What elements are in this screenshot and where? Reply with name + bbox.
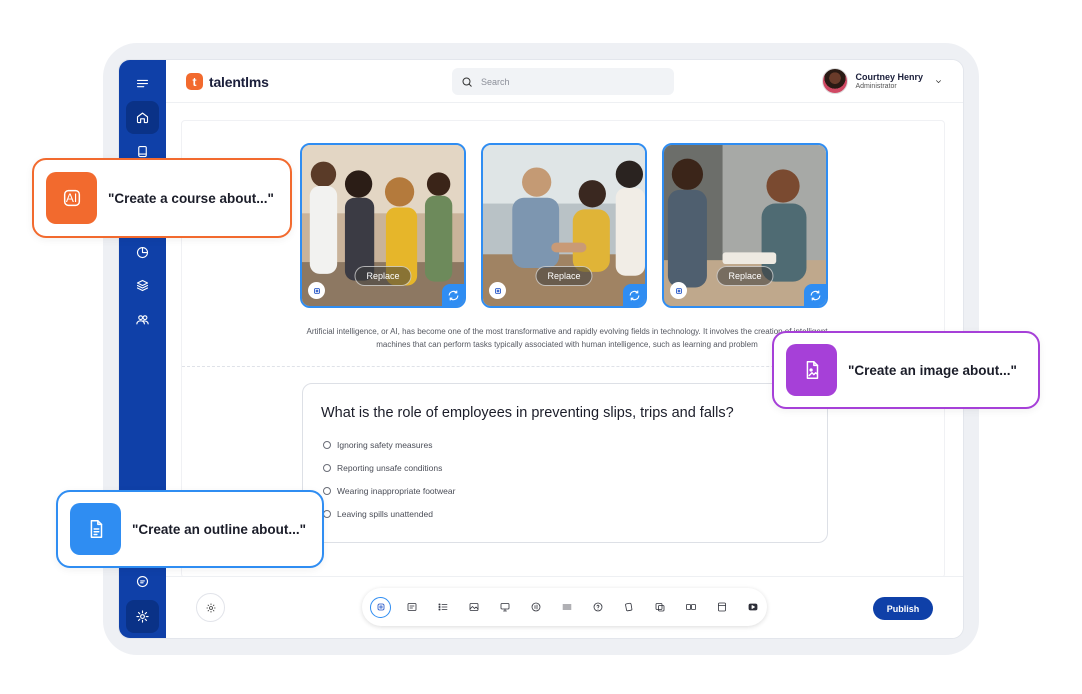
user-name: Courtney Henry xyxy=(855,72,923,82)
ai-image-callout: "Create an image about..." xyxy=(772,331,1040,409)
document-outline-icon xyxy=(70,503,121,555)
menu-icon[interactable] xyxy=(126,67,159,100)
flashcard-icon[interactable] xyxy=(618,597,639,618)
quiz-option[interactable]: Ignoring safety measures xyxy=(323,440,432,450)
quiz-option[interactable]: Wearing inappropriate footwear xyxy=(323,486,455,496)
avatar xyxy=(822,68,849,94)
image-icon[interactable] xyxy=(463,597,484,618)
logo-text: talentlms xyxy=(209,73,269,90)
callout-text: "Create a course about..." xyxy=(108,190,274,206)
sidebar-item-home[interactable] xyxy=(126,101,159,134)
radio-button[interactable] xyxy=(323,464,331,472)
content-paragraph[interactable]: Artificial intelligence, or AI, has beco… xyxy=(302,325,832,351)
divider-icon[interactable] xyxy=(556,597,577,618)
quiz-option-label: Reporting unsafe conditions xyxy=(337,463,443,473)
logo[interactable]: t talentlms xyxy=(186,73,269,90)
list-icon[interactable] xyxy=(432,597,453,618)
publish-button[interactable]: Publish xyxy=(873,597,933,620)
radio-button[interactable] xyxy=(323,441,331,449)
radio-button[interactable] xyxy=(323,487,331,495)
radio-button[interactable] xyxy=(323,510,331,518)
ai-course-callout: AI "Create a course about..." xyxy=(32,158,292,238)
image-card-1[interactable]: Replace xyxy=(300,143,466,308)
course-settings-button[interactable] xyxy=(196,593,225,622)
bottom-bar: Publish xyxy=(166,576,963,638)
gallery-icon[interactable] xyxy=(649,597,670,618)
ai-outline-callout: "Create an outline about..." xyxy=(56,490,324,568)
logo-mark: t xyxy=(186,73,203,90)
replace-button[interactable]: Replace xyxy=(354,266,412,286)
regenerate-icon[interactable] xyxy=(442,284,464,306)
ai-icon[interactable] xyxy=(370,596,391,618)
user-role: Administrator xyxy=(855,83,897,90)
image-card-2[interactable]: Replace xyxy=(481,143,647,308)
quiz-option[interactable]: Leaving spills unattended xyxy=(323,509,433,519)
chevron-down-icon[interactable] xyxy=(934,77,943,86)
callout-text: "Create an outline about..." xyxy=(132,521,307,537)
sidebar-item-content[interactable] xyxy=(126,269,159,302)
text-icon[interactable] xyxy=(401,597,422,618)
replace-button[interactable]: Replace xyxy=(716,266,774,286)
user-menu[interactable]: Courtney Henry Administrator xyxy=(822,68,943,94)
audio-icon[interactable] xyxy=(525,597,546,618)
settings-icon xyxy=(136,610,149,623)
replace-button[interactable]: Replace xyxy=(535,266,593,286)
ai-generate-icon[interactable] xyxy=(670,282,687,299)
quiz-block[interactable]: What is the role of employees in prevent… xyxy=(302,383,828,543)
video-icon[interactable] xyxy=(742,597,763,618)
image-file-icon xyxy=(786,344,837,396)
sidebar-item-settings[interactable] xyxy=(126,600,159,633)
sidebar-item-users[interactable] xyxy=(126,303,159,336)
screen-icon[interactable] xyxy=(494,597,515,618)
search-input[interactable] xyxy=(481,76,651,87)
image-card-3[interactable]: Replace xyxy=(662,143,828,308)
search-icon xyxy=(462,77,472,87)
regenerate-icon[interactable] xyxy=(804,284,826,306)
ai-badge-icon: AI xyxy=(46,172,97,224)
gear-icon xyxy=(206,603,215,612)
quiz-option-label: Leaving spills unattended xyxy=(337,509,433,519)
sidebar-item-messages[interactable] xyxy=(126,565,159,598)
quiz-option-label: Ignoring safety measures xyxy=(337,440,433,450)
quiz-option[interactable]: Reporting unsafe conditions xyxy=(323,463,442,473)
chat-icon xyxy=(136,575,149,588)
user-info: Courtney Henry Administrator xyxy=(855,72,923,90)
quiz-option-label: Wearing inappropriate footwear xyxy=(337,486,456,496)
layers-icon xyxy=(136,279,149,292)
content-toolbar xyxy=(362,588,767,626)
callout-text: "Create an image about..." xyxy=(848,362,1017,378)
users-icon xyxy=(136,315,149,325)
top-bar: t talentlms Courtney Henry Administrator xyxy=(166,60,963,103)
card-icon[interactable] xyxy=(711,597,732,618)
book-icon xyxy=(138,145,147,158)
ai-generate-icon[interactable] xyxy=(308,282,325,299)
compare-icon[interactable] xyxy=(680,597,701,618)
ai-generate-icon[interactable] xyxy=(489,282,506,299)
ai-badge-label: AI xyxy=(65,191,78,205)
home-icon xyxy=(136,112,149,124)
pie-chart-icon xyxy=(136,246,149,259)
sidebar-item-reports[interactable] xyxy=(126,236,159,269)
regenerate-icon[interactable] xyxy=(623,284,645,306)
search-box[interactable] xyxy=(452,68,674,95)
question-icon[interactable] xyxy=(587,597,608,618)
quiz-question: What is the role of employees in prevent… xyxy=(321,405,734,421)
